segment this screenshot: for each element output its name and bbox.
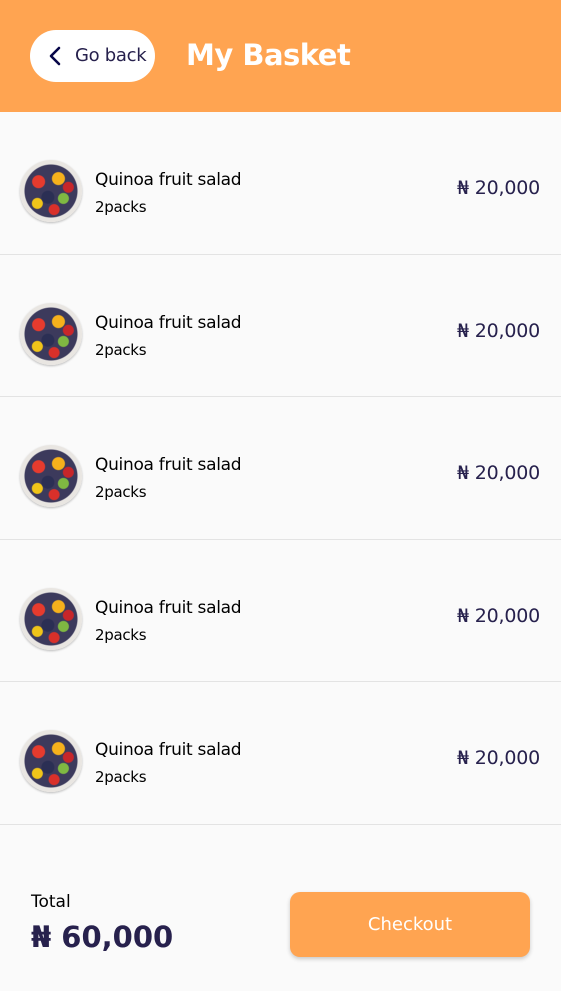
item-price: ₦ 20,000: [456, 319, 540, 342]
item-price: ₦ 20,000: [456, 747, 540, 769]
fruit-salad-image: [20, 445, 82, 507]
item-quantity: 2packs: [95, 198, 147, 216]
basket-item[interactable]: Quinoa fruit salad 2packs ₦ 20,000: [0, 397, 561, 540]
fruit-salad-image: [20, 587, 82, 650]
page-title: My Basket: [186, 38, 351, 72]
item-name: Quinoa fruit salad: [95, 740, 242, 760]
basket-screen: Go back My Basket Quinoa fruit salad 2pa…: [0, 0, 561, 991]
item-quantity: 2packs: [95, 340, 147, 359]
basket-item[interactable]: Quinoa fruit salad 2packs ₦ 20,000: [0, 682, 561, 825]
total-value: ₦ 60,000: [31, 920, 174, 954]
chevron-left-icon: [49, 46, 61, 66]
item-price: ₦ 20,000: [456, 177, 540, 199]
item-price: ₦ 20,000: [456, 462, 540, 484]
item-name: Quinoa fruit salad: [95, 455, 242, 475]
go-back-button[interactable]: Go back: [30, 30, 155, 82]
item-quantity: 2packs: [95, 625, 147, 644]
total-label: Total: [31, 892, 71, 912]
item-name: Quinoa fruit salad: [95, 170, 242, 190]
basket-list: Quinoa fruit salad 2packs ₦ 20,000 Quino…: [0, 112, 561, 825]
basket-item[interactable]: Quinoa fruit salad 2packs ₦ 20,000: [0, 539, 561, 682]
item-price: ₦ 20,000: [456, 604, 540, 627]
item-name: Quinoa fruit salad: [95, 597, 242, 618]
basket-footer: Total ₦ 60,000 Checkout: [0, 832, 561, 991]
fruit-salad-image: [20, 730, 82, 792]
item-quantity: 2packs: [95, 768, 147, 786]
fruit-salad-image: [20, 160, 82, 222]
go-back-label: Go back: [75, 45, 147, 66]
header-bar: Go back My Basket: [0, 0, 561, 112]
item-quantity: 2packs: [95, 483, 147, 501]
basket-item[interactable]: Quinoa fruit salad 2packs ₦ 20,000: [0, 112, 561, 255]
item-name: Quinoa fruit salad: [95, 312, 242, 333]
checkout-button[interactable]: Checkout: [290, 892, 530, 957]
basket-item[interactable]: Quinoa fruit salad 2packs ₦ 20,000: [0, 254, 561, 397]
fruit-salad-image: [20, 302, 82, 365]
